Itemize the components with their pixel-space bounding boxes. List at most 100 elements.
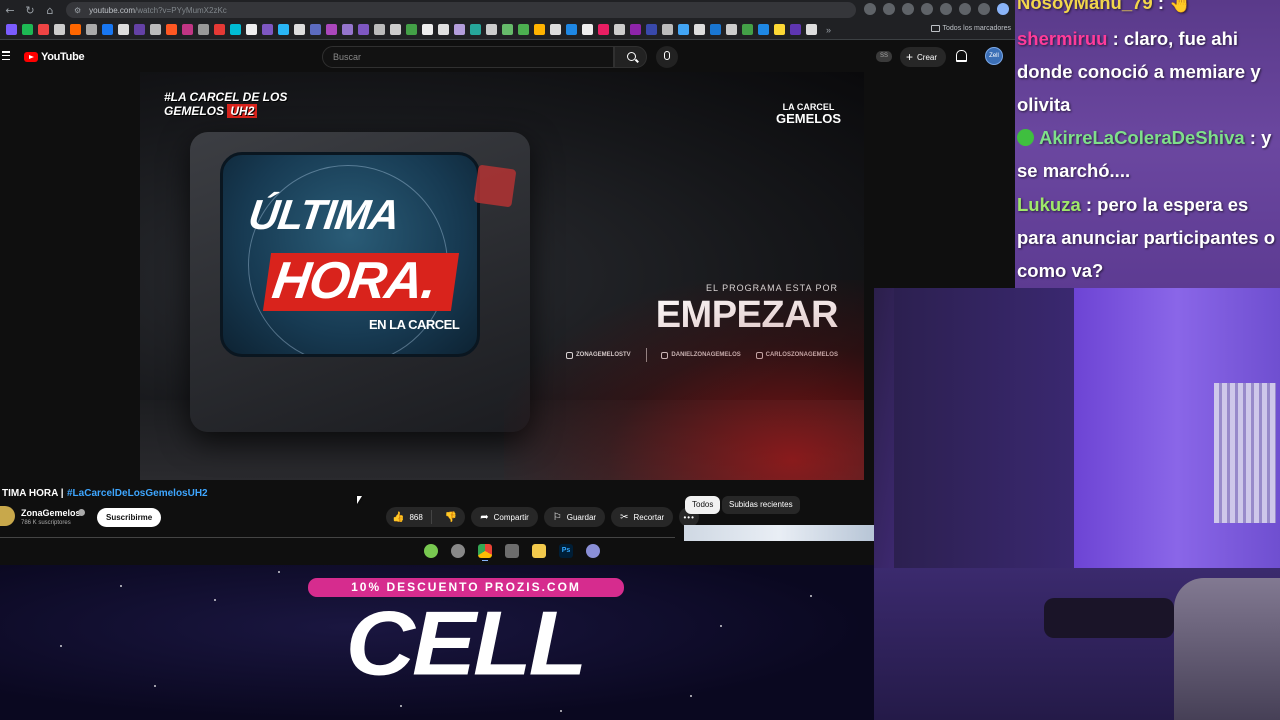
- chip-all[interactable]: Todos: [685, 496, 721, 514]
- bookmark-icon[interactable]: [694, 24, 705, 35]
- bookmark-icon[interactable]: [742, 24, 753, 35]
- bookmark-icon[interactable]: [646, 24, 657, 35]
- menu-icon[interactable]: [2, 51, 10, 60]
- extension-icon[interactable]: [883, 3, 895, 15]
- like-button[interactable]: 👍 868: [386, 510, 432, 524]
- bookmark-icon[interactable]: [134, 24, 145, 35]
- bookmark-icon[interactable]: [70, 24, 81, 35]
- bookmark-icon[interactable]: [246, 24, 257, 35]
- bookmark-icon[interactable]: [454, 24, 465, 35]
- bookmark-icon[interactable]: [262, 24, 273, 35]
- bookmark-icon[interactable]: [278, 24, 289, 35]
- bookmark-icon[interactable]: [726, 24, 737, 35]
- video-title-hashtag[interactable]: #LaCarcelDeLosGemelosUH2: [67, 488, 208, 499]
- app-icon[interactable]: [586, 544, 600, 558]
- reload-icon[interactable]: ↻: [20, 0, 40, 20]
- back-icon[interactable]: ←: [0, 0, 20, 20]
- bookmark-icon[interactable]: [582, 24, 593, 35]
- screen-subline: EN LA CARCEL: [369, 317, 460, 332]
- search-button[interactable]: [614, 46, 647, 68]
- bookmark-icon[interactable]: [758, 24, 769, 35]
- save-button[interactable]: ⚐ Guardar: [543, 507, 606, 527]
- bookmark-icon[interactable]: [86, 24, 97, 35]
- dislike-button[interactable]: 👎: [437, 512, 465, 523]
- bookmark-icon[interactable]: [230, 24, 241, 35]
- bookmark-icon[interactable]: [630, 24, 641, 35]
- app-icon[interactable]: [424, 544, 438, 558]
- extensions-puzzle-icon[interactable]: [940, 3, 952, 15]
- bookmark-icon[interactable]: [662, 24, 673, 35]
- bookmark-icon[interactable]: [102, 24, 113, 35]
- notifications-bell-icon[interactable]: [956, 50, 967, 62]
- star-dot: [400, 705, 402, 707]
- chip-recent-uploads[interactable]: Subidas recientes: [722, 496, 800, 514]
- url-text: youtube.com/watch?v=PYyMumX2zKc: [89, 5, 227, 15]
- bookmark-icon[interactable]: [534, 24, 545, 35]
- omnibox[interactable]: ⚙ youtube.com/watch?v=PYyMumX2zKc: [66, 2, 856, 18]
- bookmark-icon[interactable]: [774, 24, 785, 35]
- bookmark-icon[interactable]: [422, 24, 433, 35]
- bookmark-icon[interactable]: [614, 24, 625, 35]
- bookmarks-overflow-icon[interactable]: »: [826, 25, 831, 35]
- side-panel-icon[interactable]: [978, 3, 990, 15]
- subscribe-button[interactable]: Suscribirme: [97, 508, 162, 527]
- photoshop-icon[interactable]: Ps: [559, 544, 573, 558]
- star-dot: [810, 595, 812, 597]
- bookmark-icon[interactable]: [550, 24, 561, 35]
- ss-badge[interactable]: SS: [876, 51, 892, 62]
- bookmark-icon[interactable]: [390, 24, 401, 35]
- chrome-icon[interactable]: [478, 544, 492, 561]
- bookmark-icon[interactable]: [294, 24, 305, 35]
- profile-icon[interactable]: [997, 3, 1009, 15]
- video-player[interactable]: #LA CARCEL DE LOS GEMELOS UH2 LA CARCEL …: [140, 72, 864, 480]
- app-icon[interactable]: [451, 544, 465, 558]
- youtube-logo[interactable]: YouTube: [24, 51, 85, 63]
- folder-icon[interactable]: [532, 544, 546, 558]
- bookmark-icon[interactable]: [182, 24, 193, 35]
- search-input[interactable]: Buscar: [322, 46, 614, 68]
- clip-button[interactable]: ✂ Recortar: [611, 507, 674, 527]
- bookmark-icon[interactable]: [326, 24, 337, 35]
- bookmark-icon[interactable]: [358, 24, 369, 35]
- bookmark-icon[interactable]: [790, 24, 801, 35]
- bookmark-icon[interactable]: [678, 24, 689, 35]
- recommended-thumbnail[interactable]: [684, 525, 874, 541]
- extension-icon[interactable]: [921, 3, 933, 15]
- bookmark-icon[interactable]: [598, 24, 609, 35]
- stream-chat: NosoyManu_79 : 🤚 shermiruu : claro, fue …: [1015, 0, 1280, 288]
- bookmark-icon[interactable]: [566, 24, 577, 35]
- share-button[interactable]: ➦ Compartir: [471, 507, 538, 527]
- bookmark-icon[interactable]: [6, 24, 17, 35]
- bookmark-icon[interactable]: [214, 24, 225, 35]
- bookmark-icon[interactable]: [118, 24, 129, 35]
- bookmark-icon[interactable]: [406, 24, 417, 35]
- bookmark-icon[interactable]: [502, 24, 513, 35]
- bookmark-icon[interactable]: [198, 24, 209, 35]
- channel-avatar[interactable]: [0, 506, 15, 526]
- bookmark-icon[interactable]: [806, 24, 817, 35]
- bookmark-icon[interactable]: [438, 24, 449, 35]
- bookmark-icon[interactable]: [518, 24, 529, 35]
- bookmark-icon[interactable]: [310, 24, 321, 35]
- all-bookmarks[interactable]: Todos los marcadores: [930, 25, 1011, 32]
- account-avatar[interactable]: Zell: [985, 47, 1003, 65]
- bookmark-icon[interactable]: [38, 24, 49, 35]
- extension-icon[interactable]: [959, 3, 971, 15]
- bookmark-icon[interactable]: [710, 24, 721, 35]
- home-icon[interactable]: ⌂: [40, 0, 60, 20]
- voice-search-button[interactable]: [656, 46, 678, 68]
- bookmark-icon[interactable]: [22, 24, 33, 35]
- app-icon[interactable]: [505, 544, 519, 558]
- extension-icon[interactable]: [864, 3, 876, 15]
- bookmark-icon[interactable]: [342, 24, 353, 35]
- bookmark-icon[interactable]: [470, 24, 481, 35]
- bookmark-icon[interactable]: [150, 24, 161, 35]
- bookmark-icon[interactable]: [166, 24, 177, 35]
- extension-icon[interactable]: [902, 3, 914, 15]
- bookmark-icon[interactable]: [486, 24, 497, 35]
- create-button[interactable]: + Crear: [900, 47, 947, 67]
- site-info-icon[interactable]: ⚙: [74, 6, 81, 15]
- channel-name[interactable]: ZonaGemelos: [21, 508, 81, 518]
- bookmark-icon[interactable]: [374, 24, 385, 35]
- bookmark-icon[interactable]: [54, 24, 65, 35]
